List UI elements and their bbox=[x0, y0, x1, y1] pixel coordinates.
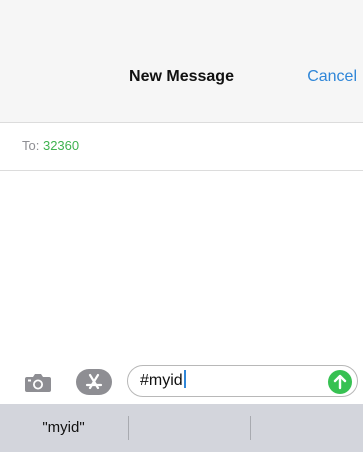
navigation-bar: New Message Cancel bbox=[0, 0, 363, 123]
suggestion-item[interactable] bbox=[251, 404, 363, 452]
suggestion-item[interactable] bbox=[129, 404, 250, 452]
cancel-button[interactable]: Cancel bbox=[307, 68, 357, 86]
recipient-label: To: bbox=[22, 138, 40, 153]
message-text: #myid bbox=[140, 372, 183, 389]
message-input[interactable]: #myid bbox=[127, 365, 358, 397]
text-cursor bbox=[183, 370, 186, 388]
app-store-icon[interactable] bbox=[75, 368, 113, 396]
compose-bar: #myid bbox=[0, 360, 363, 404]
send-arrow-up-icon bbox=[333, 374, 347, 390]
recipient-value[interactable]: 32360 bbox=[43, 138, 79, 153]
suggestion-item[interactable]: "myid" bbox=[0, 404, 127, 452]
predictive-text-bar: "myid" bbox=[0, 404, 363, 452]
send-button[interactable] bbox=[328, 370, 352, 394]
recipient-field[interactable]: To: 32360 bbox=[0, 123, 363, 171]
camera-icon[interactable] bbox=[24, 373, 52, 393]
